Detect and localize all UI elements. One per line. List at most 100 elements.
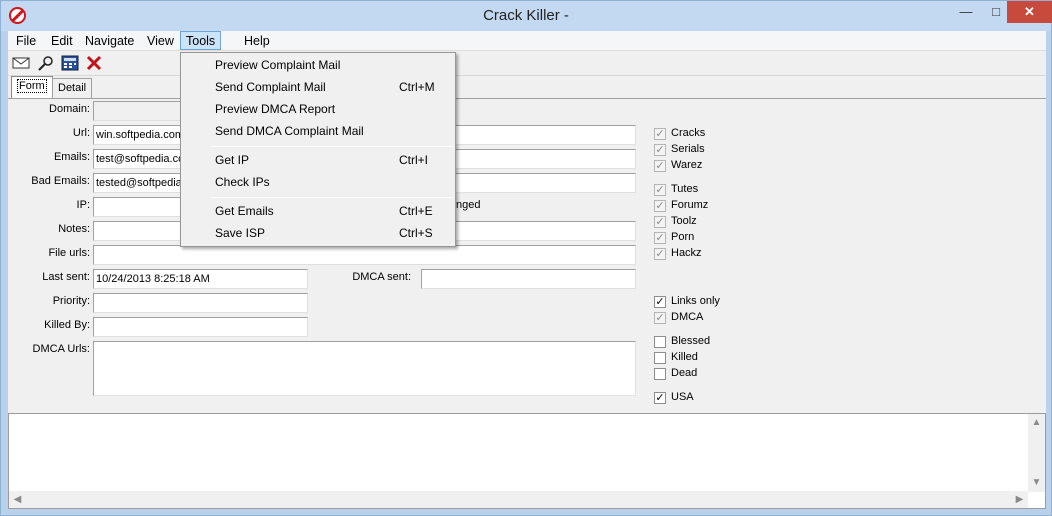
dmca-sent-label: DMCA sent: [352,271,411,283]
menu-item-preview-dmca-report-label: Preview DMCA Report [215,102,336,116]
menu-item-preview-dmca-report[interactable]: Preview DMCA Report [182,99,454,119]
checkbox-dmca-label: DMCA [671,311,704,323]
title-bar[interactable]: Crack Killer - — □ ✕ [1,1,1052,31]
checkbox-killed-box[interactable] [654,352,666,364]
checkbox-cracks-box[interactable]: ✓ [654,128,666,140]
menu-item-save-isp[interactable]: Save ISP Ctrl+S [182,223,454,243]
scroll-left-icon[interactable]: ◀ [9,491,26,508]
last-sent-field[interactable]: 10/24/2013 8:25:18 AM [93,269,308,289]
checkbox-serials-label: Serials [671,143,705,155]
menu-item-get-emails[interactable]: Get Emails Ctrl+E [182,201,454,221]
menu-item-preview-complaint-mail-label: Preview Complaint Mail [215,58,341,72]
killed-by-field[interactable] [93,317,308,337]
emails-label: Emails: [53,151,90,163]
checkbox-porn-box[interactable]: ✓ [654,232,666,244]
menu-help[interactable]: Help [239,32,275,51]
tab-form-label: Form [17,79,47,93]
horizontal-scrollbar[interactable]: ◀ ▶ [9,491,1028,508]
tab-detail[interactable]: Detail [52,78,93,98]
checkbox-blessed-label: Blessed [671,335,711,347]
checkbox-usa-label: USA [671,391,694,403]
bad-emails-label: Bad Emails: [31,175,90,187]
checkbox-hackz-label: Hackz [671,247,702,259]
scroll-up-icon[interactable]: ▲ [1028,414,1045,431]
shortcut-send-complaint: Ctrl+M [399,80,435,94]
menu-item-get-ip[interactable]: Get IP Ctrl+I [182,150,454,170]
checkbox-toolz-box[interactable]: ✓ [654,216,666,228]
checkbox-links-only-box[interactable]: ✓ [654,296,666,308]
delete-x-icon[interactable] [83,55,105,75]
menu-item-send-complaint-mail-label: Send Complaint Mail [215,80,326,94]
menu-item-get-emails-label: Get Emails [215,204,274,218]
menu-item-get-ip-label: Get IP [215,153,250,167]
priority-label: Priority: [52,295,90,307]
shortcut-save-isp: Ctrl+S [399,226,433,240]
menu-separator [211,146,453,147]
menu-item-send-dmca-complaint-mail[interactable]: Send DMCA Complaint Mail [182,121,454,141]
vertical-scrollbar[interactable]: ▲ ▼ [1028,414,1045,492]
menu-item-send-complaint-mail[interactable]: Send Complaint Mail Ctrl+M [182,77,454,97]
file-urls-label: File urls: [48,247,90,259]
tools-dropdown-menu: Preview Complaint Mail Send Complaint Ma… [180,52,456,247]
menu-item-preview-complaint-mail[interactable]: Preview Complaint Mail [182,55,454,75]
dmca-urls-field[interactable] [93,341,636,396]
checkbox-dead-label: Dead [671,367,698,379]
menu-item-send-dmca-complaint-mail-label: Send DMCA Complaint Mail [215,124,364,138]
menu-tools[interactable]: Tools [180,31,222,50]
log-pane[interactable]: ▲ ▼ ◀ ▶ [8,413,1046,509]
checkbox-forumz-box[interactable]: ✓ [654,200,666,212]
menu-item-save-isp-label: Save ISP [215,226,266,240]
notes-label: Notes: [58,223,90,235]
checkbox-links-only-label: Links only [671,295,720,307]
main-window: Crack Killer - — □ ✕ File Edit Navigate … [0,0,1052,516]
checkbox-warez-label: Warez [671,159,703,171]
checkbox-cracks-label: Cracks [671,127,706,139]
checkbox-tutes-box[interactable]: ✓ [654,184,666,196]
minimize-button[interactable]: — [951,1,981,23]
checkbox-dmca-box[interactable]: ✓ [654,312,666,324]
menu-item-check-ips[interactable]: Check IPs [182,172,454,192]
domain-field[interactable] [93,101,183,121]
checkbox-tutes-label: Tutes [671,183,699,195]
toolbar [8,53,1046,76]
menu-edit[interactable]: Edit [46,32,78,51]
checkbox-dead-box[interactable] [654,368,666,380]
dmca-sent-field[interactable] [421,269,636,289]
checkbox-warez-box[interactable]: ✓ [654,160,666,172]
scroll-right-icon[interactable]: ▶ [1011,491,1028,508]
checkbox-forumz-label: Forumz [671,199,709,211]
checkbox-killed-label: Killed [671,351,698,363]
window-title: Crack Killer - [483,7,569,24]
last-sent-label: Last sent: [42,271,90,283]
calculator-icon[interactable] [59,55,81,75]
menu-navigate[interactable]: Navigate [80,32,139,51]
menu-view[interactable]: View [142,32,179,51]
close-button[interactable]: ✕ [1007,1,1052,23]
scroll-down-icon[interactable]: ▼ [1028,474,1045,491]
checkbox-serials-box[interactable]: ✓ [654,144,666,156]
ip-changed-text: nged [456,199,481,211]
client-area: File Edit Navigate View Tools Help Form … [8,31,1046,509]
envelope-icon[interactable] [10,55,32,75]
menu-separator [211,197,453,198]
url-label: Url: [72,127,90,139]
checkbox-porn-label: Porn [671,231,695,243]
priority-field[interactable] [93,293,308,313]
search-person-icon[interactable] [35,55,57,75]
domain-label: Domain: [49,103,90,115]
dmca-urls-label: DMCA Urls: [32,343,90,355]
shortcut-get-ip: Ctrl+I [399,153,429,167]
checkbox-usa-box[interactable]: ✓ [654,392,666,404]
shortcut-get-emails: Ctrl+E [399,204,433,218]
menu-item-check-ips-label: Check IPs [215,175,270,189]
ip-label: IP: [76,199,90,211]
tab-form[interactable]: Form [11,76,53,98]
checkbox-toolz-label: Toolz [671,215,697,227]
form-panel: Domain: Url: win.softpedia.com Emails: t… [8,98,1046,410]
file-urls-field[interactable] [93,245,636,265]
checkbox-hackz-box[interactable]: ✓ [654,248,666,260]
killed-by-label: Killed By: [44,319,90,331]
menu-bar: File Edit Navigate View Tools Help [8,31,1046,51]
checkbox-blessed-box[interactable] [654,336,666,348]
menu-file[interactable]: File [11,32,41,51]
